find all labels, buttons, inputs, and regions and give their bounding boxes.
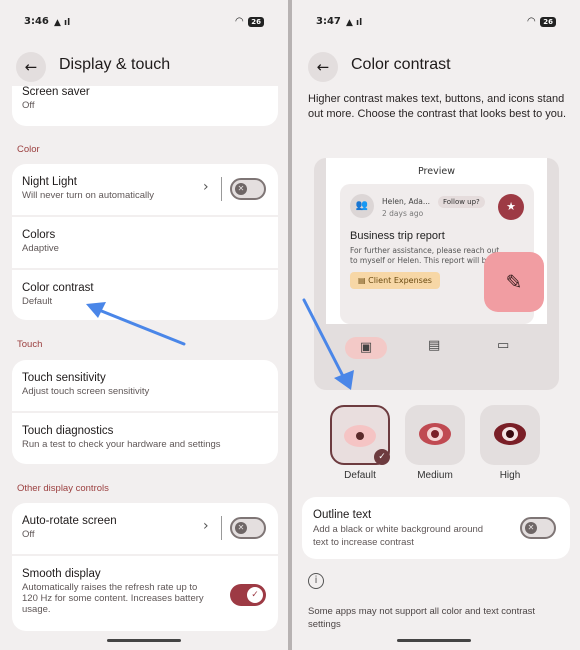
people-icon: 👥 bbox=[350, 194, 374, 218]
item-subtitle: Will never turn on automatically bbox=[22, 190, 154, 201]
gesture-nav-bar[interactable] bbox=[107, 639, 181, 642]
email-body: For further assistance, please reach out… bbox=[350, 246, 500, 265]
item-title: Smooth display bbox=[22, 568, 101, 580]
item-title: Touch diagnostics bbox=[22, 425, 114, 437]
edit-icon: ✎ bbox=[484, 252, 544, 312]
gesture-nav-bar[interactable] bbox=[397, 639, 471, 642]
close-icon: ✕ bbox=[235, 183, 247, 195]
outline-text-item[interactable]: Outline text Add a black or white backgr… bbox=[302, 497, 570, 559]
info-icon: i bbox=[308, 573, 324, 589]
back-arrow-icon: ← bbox=[316, 58, 330, 76]
back-button[interactable]: ← bbox=[308, 52, 338, 82]
item-subtitle: Automatically raises the refresh rate up… bbox=[22, 582, 204, 615]
document-icon: ▤ bbox=[358, 276, 369, 285]
color-contrast-screen: 3:47 ▲ ıl ◠ 26 ← Color contrast Higher co… bbox=[292, 0, 580, 650]
auto-rotate-toggle[interactable]: ✕ bbox=[230, 517, 266, 539]
auto-rotate-item[interactable]: Auto-rotate screen Off › ✕ bbox=[12, 503, 278, 554]
smooth-display-toggle[interactable]: ✓ bbox=[230, 584, 266, 606]
back-button[interactable]: ← bbox=[16, 52, 46, 82]
contrast-high-option[interactable] bbox=[480, 405, 540, 465]
section-header-other: Other display controls bbox=[17, 483, 109, 494]
option-label: Default bbox=[344, 470, 376, 481]
section-header-touch: Touch bbox=[17, 339, 43, 350]
chat-icon: ▭ bbox=[497, 338, 510, 353]
display-touch-screen: 3:46 ▲ ıl ◠ 26 ← Display & touch Screen s… bbox=[0, 0, 288, 650]
status-time: 3:47 bbox=[316, 16, 341, 27]
item-subtitle: Run a test to check your hardware and se… bbox=[22, 439, 221, 450]
battery-icon: 26 bbox=[248, 16, 264, 27]
section-header-color: Color bbox=[17, 144, 40, 155]
outline-text-toggle[interactable]: ✕ bbox=[520, 517, 556, 539]
item-subtitle: Off bbox=[22, 529, 35, 540]
follow-up-chip: Follow up? bbox=[438, 196, 485, 208]
page-title: Color contrast bbox=[351, 56, 451, 73]
item-subtitle: Adjust touch screen sensitivity bbox=[22, 386, 150, 397]
colors-item[interactable]: Colors Adaptive bbox=[12, 217, 278, 268]
preview-title: Preview bbox=[418, 166, 455, 177]
close-icon: ✕ bbox=[525, 522, 537, 534]
eye-icon bbox=[494, 423, 526, 445]
battery-icon: 26 bbox=[540, 16, 556, 27]
smooth-display-item[interactable]: Smooth display Automatically raises the … bbox=[12, 556, 278, 631]
close-icon: ✕ bbox=[235, 522, 247, 534]
description: Higher contrast makes text, buttons, and… bbox=[308, 93, 567, 120]
sender: Helen, Ada... bbox=[382, 197, 430, 206]
wifi-icon: ◠ bbox=[235, 16, 244, 27]
screen-saver-item[interactable]: Screen saver Off bbox=[12, 86, 278, 126]
subject: Business trip report bbox=[350, 230, 445, 242]
article-icon: ▤ bbox=[428, 338, 441, 353]
color-settings-card: Night Light Will never turn on automatic… bbox=[12, 164, 278, 320]
touch-settings-card: Touch sensitivity Adjust touch screen se… bbox=[12, 360, 278, 464]
contrast-default-option[interactable]: ✓ bbox=[330, 405, 390, 465]
item-title: Color contrast bbox=[22, 282, 94, 294]
eye-icon bbox=[344, 425, 376, 447]
option-label: Medium bbox=[417, 470, 453, 481]
notification-icons: ▲ ıl bbox=[54, 18, 71, 28]
night-light-toggle[interactable]: ✕ bbox=[230, 178, 266, 200]
wifi-icon: ◠ bbox=[527, 16, 536, 27]
annotation-arrow bbox=[302, 298, 354, 390]
option-label: High bbox=[499, 470, 521, 481]
chevron-right-icon: › bbox=[203, 518, 209, 534]
check-icon: ✓ bbox=[374, 449, 390, 465]
status-time: 3:46 bbox=[24, 16, 49, 27]
item-title: Touch sensitivity bbox=[22, 372, 106, 384]
back-arrow-icon: ← bbox=[24, 58, 38, 76]
item-title: Outline text bbox=[313, 509, 372, 521]
time-label: 2 days ago bbox=[382, 209, 424, 218]
item-title: Colors bbox=[22, 229, 56, 241]
eye-icon bbox=[419, 423, 451, 445]
footer-note: Some apps may not support all color and … bbox=[308, 606, 536, 630]
item-subtitle: Add a black or white background around t… bbox=[313, 524, 484, 548]
item-title: Auto-rotate screen bbox=[22, 515, 117, 527]
item-title: Screen saver bbox=[22, 86, 90, 98]
notification-icons: ▲ ıl bbox=[346, 18, 363, 28]
item-subtitle: Adaptive bbox=[22, 243, 59, 254]
touch-diagnostics-item[interactable]: Touch diagnostics Run a test to check yo… bbox=[12, 413, 278, 464]
page-title: Display & touch bbox=[59, 56, 171, 73]
item-subtitle: Off bbox=[22, 100, 35, 111]
status-bar: 3:46 ▲ ıl ◠ 26 bbox=[24, 16, 264, 32]
touch-sensitivity-item[interactable]: Touch sensitivity Adjust touch screen se… bbox=[12, 360, 278, 411]
item-title: Night Light bbox=[22, 176, 77, 188]
star-icon: ★ bbox=[498, 194, 524, 220]
other-controls-card: Auto-rotate screen Off › ✕ Smooth displa… bbox=[12, 503, 278, 631]
contrast-medium-option[interactable] bbox=[405, 405, 465, 465]
expense-tag: ▤ Client Expenses bbox=[350, 272, 440, 289]
status-bar: 3:47 ▲ ıl ◠ 26 bbox=[316, 16, 556, 32]
annotation-arrow bbox=[86, 302, 186, 346]
check-icon: ✓ bbox=[247, 587, 263, 603]
night-light-item[interactable]: Night Light Will never turn on automatic… bbox=[12, 164, 278, 215]
chevron-right-icon: › bbox=[203, 179, 209, 195]
